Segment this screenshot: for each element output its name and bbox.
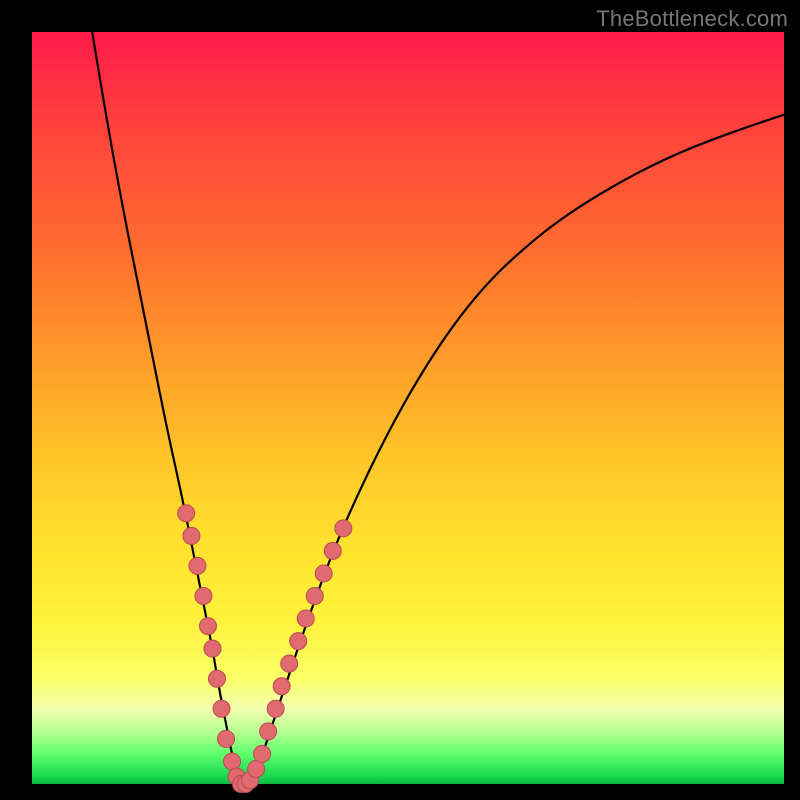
marker-dot — [199, 618, 216, 635]
marker-dot — [248, 760, 265, 777]
marker-dot — [204, 640, 221, 657]
marker-dot — [208, 670, 225, 687]
marker-dot — [189, 557, 206, 574]
marker-dot — [290, 633, 307, 650]
marker-dot — [195, 588, 212, 605]
marker-dot — [335, 520, 352, 537]
marker-dot — [218, 730, 235, 747]
marker-dot — [183, 527, 200, 544]
marker-dot — [178, 505, 195, 522]
marker-dot — [315, 565, 332, 582]
marker-dot — [224, 753, 241, 770]
chart-frame: TheBottleneck.com — [0, 0, 800, 800]
marker-dots — [178, 505, 352, 793]
chart-svg — [32, 32, 784, 784]
plot-area — [32, 32, 784, 784]
marker-dot — [267, 700, 284, 717]
watermark-text: TheBottleneck.com — [596, 6, 788, 32]
marker-dot — [213, 700, 230, 717]
marker-dot — [254, 745, 271, 762]
marker-dot — [260, 723, 277, 740]
curve-series — [92, 32, 784, 784]
marker-dot — [273, 678, 290, 695]
marker-dot — [306, 588, 323, 605]
marker-dot — [297, 610, 314, 627]
marker-dot — [324, 542, 341, 559]
curve-path — [92, 32, 784, 784]
marker-dot — [281, 655, 298, 672]
